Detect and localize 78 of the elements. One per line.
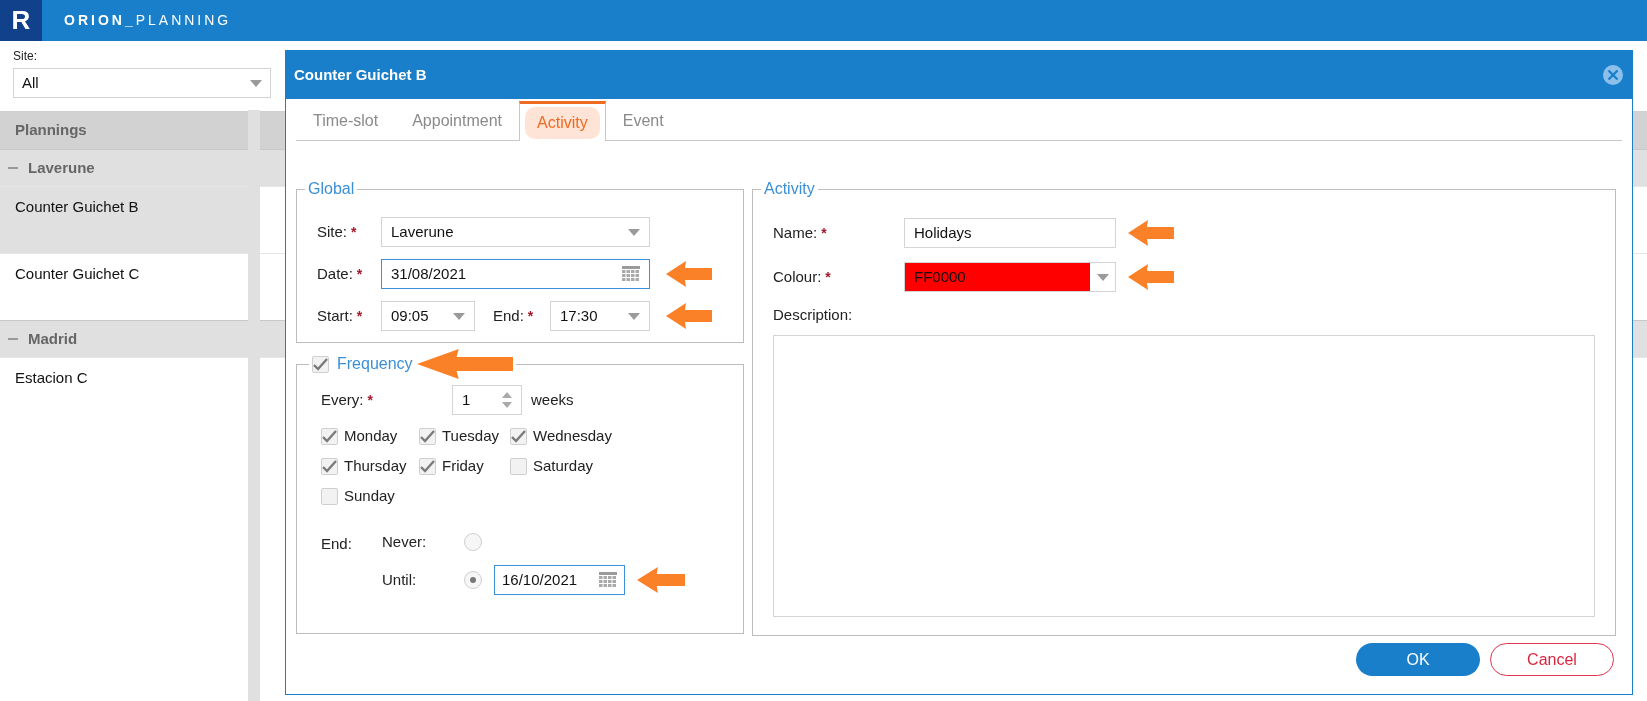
date-field[interactable]: 31/08/2021 bbox=[381, 259, 650, 289]
annotation-arrow-icon bbox=[416, 349, 513, 379]
field-label: Description: bbox=[773, 305, 854, 325]
day-label: Saturday bbox=[533, 455, 594, 476]
close-icon[interactable] bbox=[1602, 64, 1624, 86]
ok-button[interactable]: OK bbox=[1356, 643, 1480, 676]
name-field[interactable]: Holidays bbox=[904, 218, 1116, 248]
site-dropdown[interactable]: All bbox=[13, 68, 271, 98]
required-mark: * bbox=[821, 223, 827, 243]
group-title: Activity bbox=[764, 180, 815, 197]
required-mark: * bbox=[367, 390, 373, 410]
group-row[interactable]: Madrid bbox=[0, 321, 248, 357]
spinner-arrows-icon[interactable] bbox=[502, 392, 512, 408]
group-title: Global bbox=[308, 180, 355, 197]
checkbox[interactable] bbox=[419, 457, 436, 475]
day-label: Tuesday bbox=[442, 425, 499, 446]
required-mark: * bbox=[527, 306, 534, 326]
tab[interactable]: Event bbox=[605, 101, 681, 141]
field-label: Start: bbox=[317, 305, 353, 326]
field-label: Date: bbox=[317, 263, 353, 284]
unit-label: weeks bbox=[531, 389, 574, 410]
description-field[interactable] bbox=[773, 334, 1595, 617]
start-time-dropdown[interactable]: 09:05 bbox=[381, 301, 475, 331]
colour-swatch: FF0000 bbox=[905, 263, 1090, 291]
calendar-icon[interactable] bbox=[599, 572, 617, 588]
required-mark: * bbox=[351, 222, 357, 242]
calendar-icon[interactable] bbox=[622, 266, 640, 282]
tab[interactable]: Appointment bbox=[395, 101, 520, 141]
required-mark: * bbox=[356, 306, 363, 326]
annotation-arrow-icon bbox=[1128, 220, 1174, 246]
required-mark: * bbox=[356, 264, 363, 284]
dialog-title: Counter Guichet B bbox=[294, 64, 427, 85]
group-name: Laverune bbox=[28, 157, 95, 178]
date-field[interactable]: 16/10/2021 bbox=[494, 565, 625, 595]
annotation-arrow-icon bbox=[637, 567, 685, 593]
field-label: Colour: bbox=[773, 266, 822, 287]
field-label: Site: bbox=[317, 221, 347, 242]
annotation-arrow-icon bbox=[666, 303, 712, 329]
radio-button[interactable] bbox=[464, 571, 482, 589]
end-time-dropdown[interactable]: 17:30 bbox=[550, 301, 650, 331]
site-dropdown[interactable]: Laverune bbox=[381, 217, 650, 247]
field-label: Every: bbox=[321, 389, 364, 410]
field-label: Name: bbox=[773, 222, 818, 243]
day-label: Sunday bbox=[344, 485, 395, 506]
planning-item[interactable]: Counter Guichet B bbox=[0, 187, 248, 253]
checkbox[interactable] bbox=[510, 457, 527, 475]
day-label: Wednesday bbox=[533, 425, 612, 446]
field-label: Site: bbox=[13, 48, 38, 65]
number-spinner[interactable]: 1 bbox=[452, 385, 522, 415]
field-label: End: bbox=[321, 534, 353, 554]
app-title: ORION_PLANNING bbox=[64, 11, 232, 30]
checkbox[interactable] bbox=[312, 355, 329, 373]
colour-dropdown[interactable]: FF0000 bbox=[904, 262, 1116, 292]
required-mark: * bbox=[825, 267, 831, 287]
radio-button[interactable] bbox=[464, 533, 482, 551]
group-title: Frequency bbox=[337, 354, 413, 374]
app-logo: R bbox=[0, 0, 42, 41]
checkbox[interactable] bbox=[321, 457, 338, 475]
group-name: Madrid bbox=[28, 328, 78, 349]
checkbox[interactable] bbox=[321, 487, 338, 505]
day-label: Friday bbox=[442, 455, 484, 476]
field-label: End: bbox=[493, 305, 524, 326]
day-label: Monday bbox=[344, 425, 398, 446]
cancel-button[interactable]: Cancel bbox=[1490, 643, 1614, 676]
day-label: Thursday bbox=[344, 455, 407, 476]
checkbox[interactable] bbox=[510, 427, 527, 445]
caret-icon bbox=[1096, 273, 1109, 281]
caret-icon bbox=[628, 228, 640, 236]
list-header: Plannings bbox=[0, 112, 248, 149]
option-label: Never: bbox=[382, 531, 428, 552]
option-label: Until: bbox=[382, 569, 418, 590]
checkbox[interactable] bbox=[321, 427, 338, 445]
checkbox[interactable] bbox=[419, 427, 436, 445]
group-row[interactable]: Laverune bbox=[0, 150, 248, 186]
scrollbar[interactable] bbox=[248, 110, 260, 701]
annotation-arrow-icon bbox=[1128, 264, 1174, 290]
annotation-arrow-icon bbox=[666, 261, 712, 287]
caret-icon bbox=[250, 79, 262, 87]
